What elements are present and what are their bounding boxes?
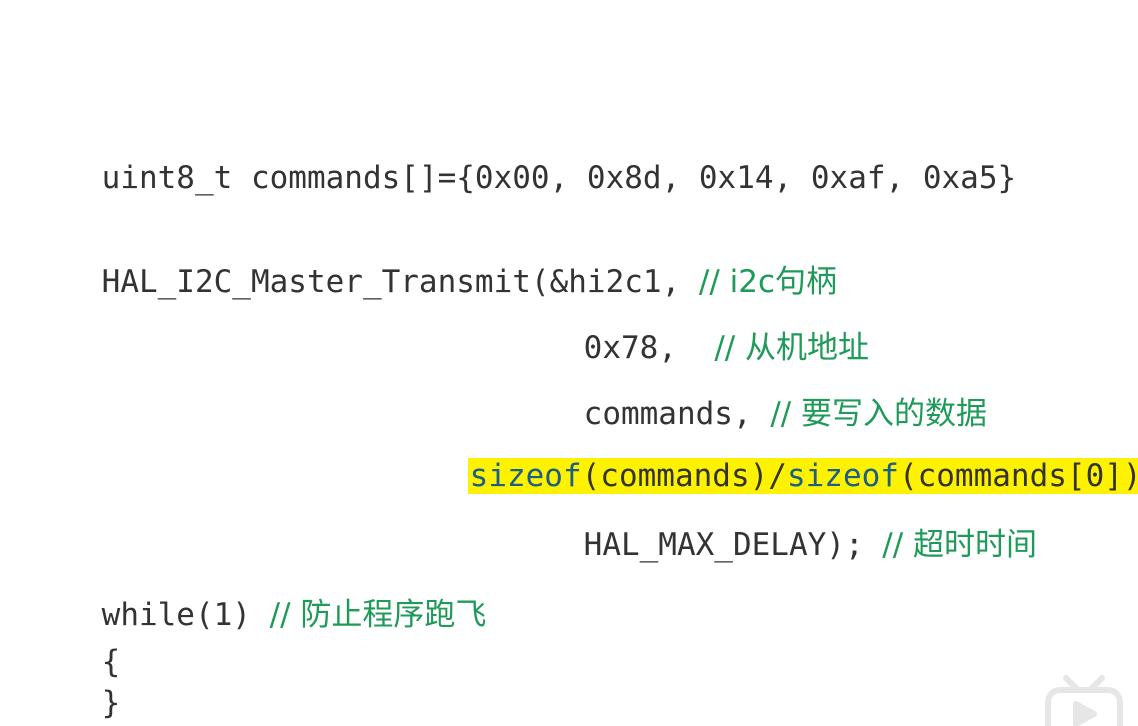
while-loop-comment: // 防止程序跑飞 [269,597,487,633]
data-arg-line: commands, // 要写入的数据 [509,348,987,432]
brace-open: { [27,596,121,680]
bilibili-tv-icon [1045,675,1123,726]
while-loop-text: while(1) [101,597,251,633]
while-loop-line: while(1) // 防止程序跑飞 [27,549,487,633]
timeout-arg-line: HAL_MAX_DELAY); // 超时时间 [509,479,1037,563]
timeout-arg-text: HAL_MAX_DELAY); [583,527,864,563]
brace-close: } [27,637,121,721]
timeout-comment: // 超时时间 [882,527,1038,563]
size-arg-line: sizeof(commands)/sizeof(commands[0]) [393,410,1138,494]
array-declaration-text: uint8_t commands[]={0x00, 0x8d, 0x14, 0x… [101,160,1017,196]
array-declaration: uint8_t commands[]={0x00, 0x8d, 0x14, 0x… [27,112,1017,196]
code-slide: uint8_t commands[]={0x00, 0x8d, 0x14, 0x… [0,0,1138,726]
transmit-call-line: HAL_I2C_Master_Transmit(&hi2c1, // i2c句柄 [27,216,837,300]
address-arg-line: 0x78, // 从机地址 [509,282,869,366]
brace-close-text: } [101,685,121,721]
